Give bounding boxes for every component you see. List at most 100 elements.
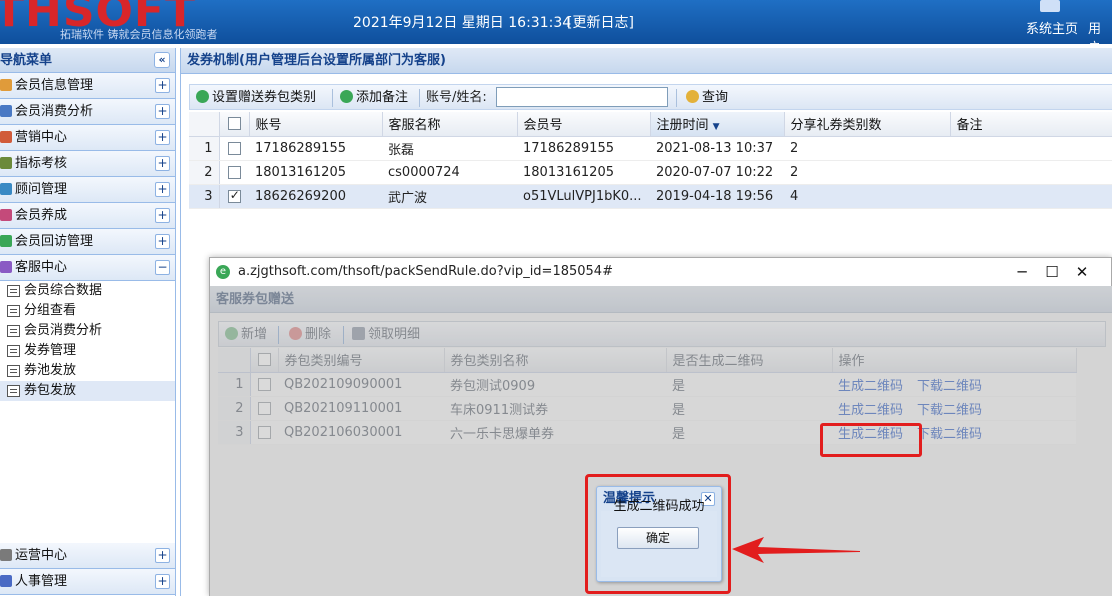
table-row[interactable]: 1 17186289155 张磊 17186289155 2021-08-13 10:3…: [189, 136, 1112, 161]
current-datetime: 2021年9月12日 星期日 16:31:34: [353, 15, 572, 31]
table-row[interactable]: 2 18013161205 cs0000724 18013161205 2020-07-…: [189, 160, 1112, 185]
toolbar-divider: [419, 89, 420, 107]
sidebar-group[interactable]: 会员回访管理 +: [0, 229, 175, 255]
table-cell: 18013161205: [249, 160, 382, 185]
table-row[interactable]: 3 18626269200武广波o51VLulVPJ1bK0...2019-04-…: [189, 184, 1112, 209]
list-icon: [7, 385, 20, 397]
expand-icon[interactable]: +: [155, 548, 170, 563]
sidebar-group[interactable]: 运营中心 +: [0, 543, 175, 569]
sidebar-group[interactable]: 会员养成 +: [0, 203, 175, 229]
expand-icon[interactable]: +: [155, 156, 170, 171]
maximize-icon[interactable]: ☐: [1037, 258, 1067, 286]
row-checkbox-cell[interactable]: [219, 184, 249, 209]
house-icon: [0, 79, 12, 91]
expand-icon[interactable]: +: [155, 234, 170, 249]
changelog-link[interactable]: [更新日志]: [567, 12, 634, 32]
row-checkbox-cell[interactable]: [219, 160, 249, 185]
table-header-row: 账号 客服名称 会员号 注册时间 ▼ 分享礼券类别数 备注: [189, 112, 1112, 137]
expand-icon[interactable]: +: [155, 78, 170, 93]
sidebar-subitem-label: 会员综合数据: [24, 283, 103, 298]
row-number: 2: [189, 160, 220, 185]
sidebar-group-label: 会员养成: [15, 208, 68, 223]
column-header-register-time[interactable]: 注册时间 ▼: [650, 112, 785, 137]
table-cell: 18626269200: [249, 184, 382, 209]
sidebar-group[interactable]: 指标考核 +: [0, 151, 175, 177]
close-icon[interactable]: ✕: [1067, 258, 1097, 286]
table-cell: 17186289155: [517, 136, 650, 161]
arrow-annotation-icon: [732, 537, 860, 563]
sidebar-group[interactable]: 顾问管理 +: [0, 177, 175, 203]
sort-desc-icon: ▼: [712, 122, 720, 133]
column-header-member-no[interactable]: 会员号: [517, 112, 651, 137]
ops-icon: [0, 549, 12, 561]
set-gift-type-button[interactable]: 设置赠送券包类别: [196, 89, 316, 107]
sidebar-subitem[interactable]: 会员综合数据: [0, 281, 175, 301]
home-link[interactable]: 系统主页: [1026, 18, 1078, 37]
table-cell: [950, 136, 1112, 161]
table-cell: [950, 184, 1112, 209]
highlight-annotation: [820, 423, 922, 457]
row-checkbox[interactable]: [227, 141, 241, 155]
sidebar-group[interactable]: 会员信息管理 +: [0, 73, 175, 99]
sidebar-subitem[interactable]: 券包发放: [0, 381, 175, 401]
sidebar-subitem-label: 券池发放: [24, 363, 77, 378]
sidebar: 导航菜单 « 会员信息管理 + 会员消费分析 + 营销中心 + 指标考核 + 顾问管理 + 会员养成…: [0, 48, 176, 596]
home-icon[interactable]: [1040, 0, 1060, 12]
table-cell: o51VLulVPJ1bK0...: [517, 184, 650, 209]
table-cell: 2021-08-13 10:37: [650, 136, 784, 161]
table-cell: 4: [784, 184, 950, 209]
column-header-coupon-type-count[interactable]: 分享礼券类别数: [784, 112, 951, 137]
table-cell: 17186289155: [249, 136, 382, 161]
add-note-button[interactable]: 添加备注: [340, 89, 408, 107]
accounts-table: 账号 客服名称 会员号 注册时间 ▼ 分享礼券类别数 备注 1 171862891…: [189, 112, 1112, 209]
sidebar-subitem[interactable]: 会员消费分析: [0, 321, 175, 341]
row-checkbox[interactable]: [227, 188, 241, 203]
popup-titlebar: e a.zjgthsoft.com/thsoft/packSendRule.do…: [210, 258, 1111, 286]
sidebar-group-label: 客服中心: [15, 260, 68, 275]
user-icon: [0, 183, 12, 195]
ok-button[interactable]: 确定: [617, 527, 699, 549]
collapse-icon[interactable]: «: [154, 52, 170, 68]
expand-icon[interactable]: +: [155, 104, 170, 119]
expand-icon[interactable]: +: [155, 130, 170, 145]
phone-icon: [0, 235, 12, 247]
sidebar-group-label: 会员信息管理: [15, 78, 94, 93]
collapse-icon[interactable]: −: [155, 260, 170, 275]
main-toolbar: 设置赠送券包类别 添加备注 账号/姓名: 查询: [189, 84, 1112, 110]
expand-icon[interactable]: +: [155, 182, 170, 197]
column-header-agent-name[interactable]: 客服名称: [382, 112, 518, 137]
user-link[interactable]: 用户: [1088, 18, 1112, 44]
sidebar-subitem[interactable]: 分组查看: [0, 301, 175, 321]
cart-icon: [0, 131, 12, 143]
sidebar-group-label: 指标考核: [15, 156, 68, 171]
sidebar-group-label: 运营中心: [15, 548, 68, 563]
expand-icon[interactable]: +: [155, 574, 170, 589]
hr-icon: [0, 575, 12, 587]
row-checkbox-cell[interactable]: [219, 136, 249, 161]
sidebar-group[interactable]: 人事管理 +: [0, 569, 175, 595]
sidebar-group[interactable]: 客服中心 −: [0, 255, 175, 281]
sidebar-group[interactable]: 会员消费分析 +: [0, 99, 175, 125]
sidebar-subitem[interactable]: 发券管理: [0, 341, 175, 361]
panel-title: 发券机制(用户管理后台设置所属部门为客服): [181, 48, 1112, 74]
table-cell: 张磊: [382, 136, 517, 161]
expand-icon[interactable]: +: [155, 208, 170, 223]
column-header-account[interactable]: 账号: [249, 112, 383, 137]
target-icon: [0, 157, 12, 169]
table-cell: 2019-04-18 19:56: [650, 184, 784, 209]
column-header-note[interactable]: 备注: [950, 112, 1112, 137]
sidebar-group[interactable]: 营销中心 +: [0, 125, 175, 151]
search-input[interactable]: [496, 87, 668, 107]
sidebar-subitem[interactable]: 券池发放: [0, 361, 175, 381]
select-all-checkbox[interactable]: [219, 112, 250, 137]
sidebar-subitem-label: 券包发放: [24, 383, 77, 398]
query-button[interactable]: 查询: [686, 89, 728, 107]
minimize-icon[interactable]: ─: [1007, 258, 1037, 286]
row-checkbox[interactable]: [227, 165, 241, 179]
toolbar-divider: [676, 89, 677, 107]
headset-icon: [0, 261, 12, 273]
row-number-header: [189, 112, 220, 137]
popup-url: a.zjgthsoft.com/thsoft/packSendRule.do?v…: [238, 264, 613, 279]
sidebar-group-label: 人事管理: [15, 574, 68, 589]
